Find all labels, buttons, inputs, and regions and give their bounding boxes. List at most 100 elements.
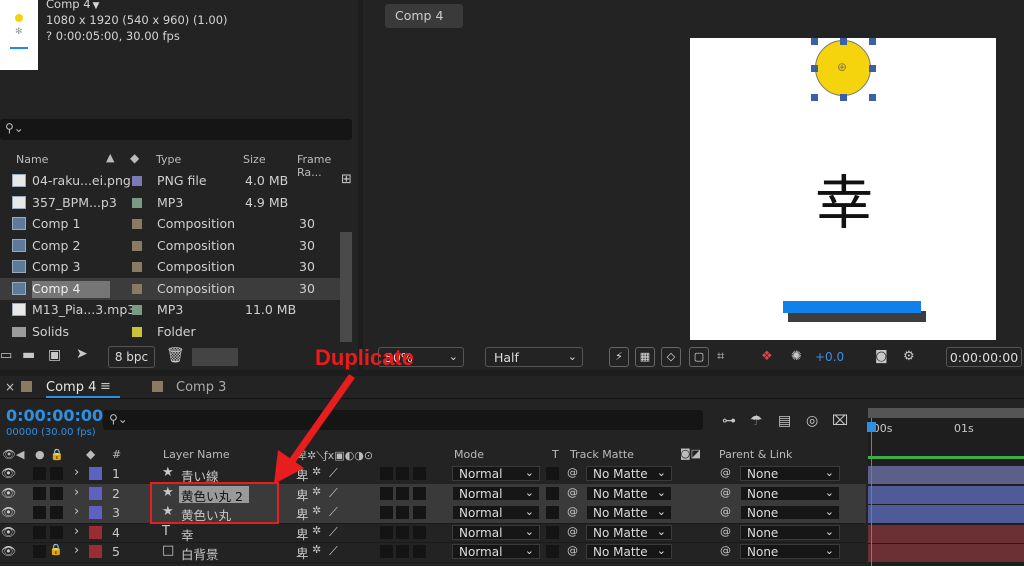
mode-dropdown[interactable]: Normal ⌄ <box>452 505 540 520</box>
guides-icon[interactable]: ⌗ <box>717 349 724 364</box>
project-item[interactable]: 357_BPM...p3 MP3 4.9 MB <box>0 192 340 214</box>
mode-dropdown[interactable]: Normal ⌄ <box>452 466 540 481</box>
parent-dropdown[interactable]: None ⌄ <box>740 505 840 520</box>
audio-icon[interactable]: ◀ <box>16 448 24 461</box>
adjustment-switch[interactable] <box>396 467 409 480</box>
preserve-transparency-toggle[interactable] <box>546 506 559 519</box>
pick-whip-icon[interactable]: @ <box>567 525 578 538</box>
chevron-right-icon[interactable]: › <box>74 465 79 480</box>
sort-ascending-icon[interactable]: ▲ <box>106 151 114 164</box>
quality-switch-icon[interactable]: ⟋ <box>329 543 338 559</box>
effects-switch[interactable] <box>380 467 393 480</box>
solo-icon[interactable]: ● <box>35 448 45 461</box>
preserve-transparency-toggle[interactable] <box>546 545 559 558</box>
label-color-swatch[interactable] <box>132 284 142 294</box>
kanji-text-layer[interactable]: 幸 <box>815 156 873 240</box>
bit-depth-button[interactable]: 8 bpc <box>108 346 155 368</box>
shy-switch-icon[interactable]: 卑 <box>296 504 309 523</box>
transform-handle[interactable] <box>869 65 876 72</box>
solo-toggle[interactable] <box>33 486 46 500</box>
comp-flowchart-icon[interactable]: ⊶ <box>722 413 736 429</box>
reset-exposure-icon[interactable]: ✺ <box>791 349 802 364</box>
render-queue-icon[interactable]: ➤ <box>76 346 88 362</box>
transparency-grid-icon[interactable]: ▦ <box>635 347 655 367</box>
collapse-switch-icon[interactable]: ✲ <box>312 524 321 537</box>
label-color-swatch[interactable] <box>89 525 102 539</box>
effects-switch[interactable] <box>380 506 393 519</box>
eye-icon[interactable]: 👁 <box>1 544 16 558</box>
transform-handle[interactable] <box>811 38 818 45</box>
project-item[interactable]: Comp 2 Composition 30 <box>0 235 340 257</box>
layer-row[interactable]: 👁 🔒 › 5 □ 白背景 卑 ✲ ⟋ Normal ⌄ @ No Matte ⌄ @ None ⌄ <box>0 542 866 563</box>
graph-editor-icon[interactable]: ⌧ <box>832 413 848 429</box>
collapse-switch-icon[interactable]: ✲ <box>312 504 321 517</box>
timeline-timecode[interactable]: 0:00:00:00 <box>6 406 103 425</box>
pick-whip-icon[interactable]: @ <box>567 544 578 557</box>
composition-canvas[interactable]: ⊕ 幸 <box>690 38 996 340</box>
blue-line-layer[interactable] <box>783 301 921 313</box>
column-name[interactable]: Name <box>16 153 48 166</box>
eye-icon[interactable]: 👁 <box>1 505 16 519</box>
column-parent-link[interactable]: Parent & Link <box>719 448 792 461</box>
layer-name[interactable]: 白背景 <box>179 544 225 564</box>
work-area-bar[interactable] <box>868 408 1024 418</box>
column-layer-name[interactable]: Layer Name <box>163 448 230 461</box>
transform-handle[interactable] <box>840 94 847 101</box>
column-mode[interactable]: Mode <box>454 448 484 461</box>
channels-icon[interactable]: ❖ <box>761 349 773 364</box>
quality-switch-icon[interactable]: ⟋ <box>329 504 338 520</box>
label-color-swatch[interactable] <box>132 241 142 251</box>
lock-toggle[interactable] <box>50 486 63 500</box>
label-tag-icon[interactable]: ◆ <box>86 447 95 461</box>
3d-switch[interactable] <box>413 525 426 539</box>
project-item[interactable]: Comp 4 Composition 30 <box>0 278 340 300</box>
chevron-right-icon[interactable]: › <box>74 504 79 519</box>
effects-switch[interactable] <box>380 525 393 539</box>
preserve-transparency-toggle[interactable] <box>546 525 559 539</box>
new-comp-icon[interactable]: ▣ <box>48 347 61 363</box>
column-type[interactable]: Type <box>156 153 181 166</box>
tab-comp4[interactable]: Comp 4 <box>46 380 96 395</box>
parent-dropdown[interactable]: None ⌄ <box>740 466 840 481</box>
lock-toggle[interactable] <box>50 506 63 519</box>
motion-blur-icon[interactable]: ◎ <box>806 413 818 429</box>
shy-switch-icon[interactable]: 卑 <box>296 543 309 562</box>
project-item[interactable]: M13_Pia...3.mp3 MP3 11.0 MB <box>0 299 340 321</box>
effects-switch[interactable] <box>380 545 393 558</box>
solo-toggle[interactable] <box>33 467 46 480</box>
preserve-transparency-toggle[interactable] <box>546 467 559 480</box>
eye-icon[interactable]: 👁 <box>2 448 16 461</box>
lock-icon[interactable]: 🔒 <box>49 543 63 556</box>
project-scrollbar[interactable] <box>340 232 352 342</box>
chevron-right-icon[interactable]: › <box>74 485 79 500</box>
adjustment-switch[interactable] <box>396 545 409 558</box>
parent-dropdown[interactable]: None ⌄ <box>740 485 840 501</box>
3d-switch[interactable] <box>413 467 426 480</box>
label-tag-icon[interactable]: ◆ <box>130 151 139 165</box>
comp-name[interactable]: Comp 4 ▼ <box>46 0 99 11</box>
layer-row[interactable]: 👁 › 2 ★ 黄色い丸 2 卑 ✲ ⟋ Normal ⌄ @ No Matte ⌄ @ None ⌄ <box>0 483 866 506</box>
lock-toggle[interactable] <box>50 525 63 539</box>
project-item[interactable]: Solids Folder <box>0 321 340 343</box>
shy-switch-icon[interactable]: 卑 <box>296 524 309 543</box>
solo-toggle[interactable] <box>33 506 46 519</box>
label-color-swatch[interactable] <box>132 262 142 272</box>
lock-toggle[interactable] <box>50 467 63 480</box>
layer-track-bar[interactable] <box>868 505 1024 523</box>
label-color-swatch[interactable] <box>89 506 102 519</box>
project-item[interactable]: 04-raku...ei.png PNG file 4.0 MB <box>0 170 340 192</box>
parent-pick-whip-icon[interactable]: @ <box>720 505 731 518</box>
column-track-matte[interactable]: Track Matte <box>570 448 634 461</box>
column-size[interactable]: Size <box>243 153 266 166</box>
layer-row[interactable]: 👁 › 4 T 幸卑 ✲ ⟋ Normal ⌄ @ No Matte ⌄ @ None ⌄ <box>0 523 866 543</box>
layer-row[interactable]: 👁 › 1 ★ 青い線卑 ✲ ⟋ Normal ⌄ @ No Matte ⌄ @ None ⌄ <box>0 464 866 485</box>
transform-handle[interactable] <box>869 94 876 101</box>
resolution-dropdown[interactable]: Half ⌄ <box>485 347 583 367</box>
anchor-point-icon[interactable]: ⊕ <box>837 60 847 74</box>
layer-row[interactable]: 👁 › 3 ★ 黄色い丸卑 ✲ ⟋ Normal ⌄ @ No Matte ⌄ @ None ⌄ <box>0 503 866 524</box>
transform-handle[interactable] <box>811 65 818 72</box>
current-time-display[interactable]: 0:00:00:00 <box>946 347 1022 367</box>
preserve-transparency-toggle[interactable] <box>546 486 559 500</box>
lock-icon[interactable]: 🔒 <box>50 448 64 461</box>
label-color-swatch[interactable] <box>89 467 102 480</box>
